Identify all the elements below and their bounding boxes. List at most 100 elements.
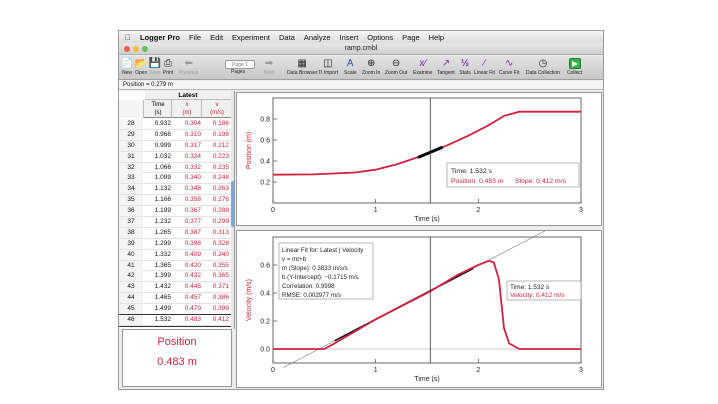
table-row[interactable]: 46 1.532 0.483 0.412 [119,314,232,327]
velocity-graph[interactable]: 0 1 2 3 0.0 0.2 0.4 0.6 Time (s) Velocity (m/s) Li… [236,211,603,389]
velocity-cell[interactable]: 0.186 [203,120,229,127]
table-row[interactable]: 34 1.132 0.348 0.263 [119,184,231,196]
menu-options[interactable]: Options [367,33,393,42]
open-button[interactable]: 📂 Open [135,57,147,79]
time-cell[interactable]: 1.465 [146,294,171,301]
position-cell[interactable]: 0.324 [174,153,201,160]
time-cell[interactable]: 1.299 [146,240,171,247]
velocity-cell[interactable]: 0.198 [203,131,229,138]
time-cell[interactable]: 1.032 [146,153,171,160]
velocity-graph-svg[interactable]: 0 1 2 3 0.0 0.2 0.4 0.6 Time (s) Velocity (m/s) Li… [237,211,603,389]
velocity-cell[interactable]: 0.299 [203,218,229,225]
velocity-cell[interactable]: 0.399 [203,305,229,312]
velocity-cell[interactable]: 0.412 [203,316,229,323]
next-page-button[interactable]: ➡ Next [263,57,275,79]
position-cell[interactable]: 0.340 [174,174,201,181]
position-cell[interactable]: 0.470 [174,305,201,312]
velocity-cell[interactable]: 0.263 [203,185,229,192]
column-header-time[interactable]: Time (s) [145,100,172,118]
menu-analyze[interactable]: Analyze [304,33,331,42]
velocity-cell[interactable]: 0.212 [203,142,229,149]
position-cell[interactable]: 0.409 [174,251,201,258]
menu-edit[interactable]: Edit [210,33,223,42]
time-cell[interactable]: 1.232 [146,218,171,225]
velocity-cell[interactable]: 0.313 [203,229,229,236]
menu-page[interactable]: Page [402,33,420,42]
table-row[interactable]: 30 0.999 0.317 0.212 [119,140,231,152]
velocity-cell[interactable]: 0.340 [203,251,229,258]
position-cell[interactable]: 0.304 [174,120,201,127]
table-row[interactable]: 28 0.932 0.304 0.186 [119,119,231,130]
menu-insert[interactable]: Insert [340,33,359,42]
table-scrollbar-thumb[interactable] [231,181,234,227]
table-row[interactable]: 31 1.032 0.324 0.223 [119,151,231,163]
position-cell[interactable]: 0.317 [174,142,201,149]
position-cell[interactable]: 0.310 [174,131,201,138]
data-table[interactable]: Latest Time (s) x (m) v (m/s) 28 0.932 0.304 0… [119,91,235,329]
column-header-x[interactable]: x (m) [173,100,202,118]
position-cell[interactable]: 0.445 [174,283,201,290]
table-row[interactable]: 41 1.365 0.420 0.355 [119,260,231,272]
data-collection-button[interactable]: ◷ Data Collection [526,57,560,79]
previous-page-button[interactable]: ⬅ Previous [179,57,198,79]
velocity-cell[interactable]: 0.365 [203,272,229,279]
time-cell[interactable]: 1.532 [146,316,171,323]
table-row[interactable]: 35 1.166 0.358 0.276 [119,195,231,207]
table-row[interactable]: 38 1.265 0.387 0.313 [119,227,231,239]
position-cell[interactable]: 0.332 [174,164,201,171]
time-cell[interactable]: 1.332 [146,251,171,258]
table-row[interactable]: 33 1.099 0.340 0.248 [119,173,231,185]
menu-file[interactable]: File [189,33,201,42]
velocity-cell[interactable]: 0.235 [203,164,229,171]
position-cell[interactable]: 0.387 [174,229,201,236]
ti-import-button[interactable]: ◫ TI Import [318,57,338,79]
table-row[interactable]: 40 1.332 0.409 0.340 [119,249,231,261]
time-cell[interactable]: 1.199 [146,207,171,214]
position-graph-svg[interactable]: 0 1 2 3 0.2 0.4 0.6 0.8 Time (s) Position (m) Time… [237,93,603,227]
collect-button[interactable]: Collect [567,57,582,79]
examine-button[interactable]: x∕ Examine [413,57,432,79]
table-row[interactable]: 36 1.199 0.367 0.288 [119,206,231,218]
new-button[interactable]: 📄 New [121,57,133,79]
page-select[interactable]: Page 1 [225,60,255,69]
table-row[interactable]: 43 1.432 0.445 0.371 [119,282,231,294]
table-row[interactable]: 32 1.066 0.332 0.235 [119,162,231,174]
table-row[interactable]: 42 1.399 0.432 0.365 [119,271,231,283]
velocity-cell[interactable]: 0.371 [203,283,229,290]
table-row[interactable]: 39 1.299 0.398 0.328 [119,238,231,250]
velocity-cell[interactable]: 0.288 [203,207,229,214]
time-cell[interactable]: 0.966 [146,131,171,138]
time-cell[interactable]: 0.932 [146,120,171,127]
velocity-cell[interactable]: 0.248 [203,174,229,181]
velocity-cell[interactable]: 0.276 [203,196,229,203]
save-button[interactable]: 💾 Save [149,57,161,79]
time-cell[interactable]: 1.499 [146,305,171,312]
time-cell[interactable]: 1.432 [146,283,171,290]
time-cell[interactable]: 1.399 [146,272,171,279]
position-graph[interactable]: 0 1 2 3 0.2 0.4 0.6 0.8 Time (s) Position (m) Time… [236,92,602,226]
menu-help[interactable]: Help [429,33,444,42]
time-cell[interactable]: 1.365 [146,262,171,269]
position-cell[interactable]: 0.432 [174,272,201,279]
position-cell[interactable]: 0.367 [174,207,201,214]
menu-experiment[interactable]: Experiment [232,33,270,42]
time-cell[interactable]: 1.066 [146,164,171,171]
table-row[interactable]: 37 1.232 0.377 0.299 [119,217,231,228]
column-header-v[interactable]: v (m/s) [203,100,231,118]
table-row[interactable]: 29 0.966 0.310 0.198 [119,129,231,141]
velocity-cell[interactable]: 0.328 [203,240,229,247]
position-cell[interactable]: 0.483 [174,316,201,323]
position-cell[interactable]: 0.377 [174,218,201,225]
position-cell[interactable]: 0.358 [174,196,201,203]
apple-menu-icon[interactable]:  [125,33,131,42]
velocity-cell[interactable]: 0.223 [203,153,229,160]
time-cell[interactable]: 1.099 [146,174,171,181]
stats-button[interactable]: ½ Stats [459,57,471,79]
table-row[interactable]: 45 1.499 0.470 0.399 [119,304,231,316]
tangent-button[interactable]: ↗ Tangent [437,57,455,79]
velocity-cell[interactable]: 0.355 [203,262,229,269]
time-cell[interactable]: 0.999 [146,142,171,149]
menu-data[interactable]: Data [279,33,295,42]
zoom-out-button[interactable]: ⊖ Zoom Out [385,57,407,79]
print-button[interactable]: ⎙ Print [162,57,174,79]
